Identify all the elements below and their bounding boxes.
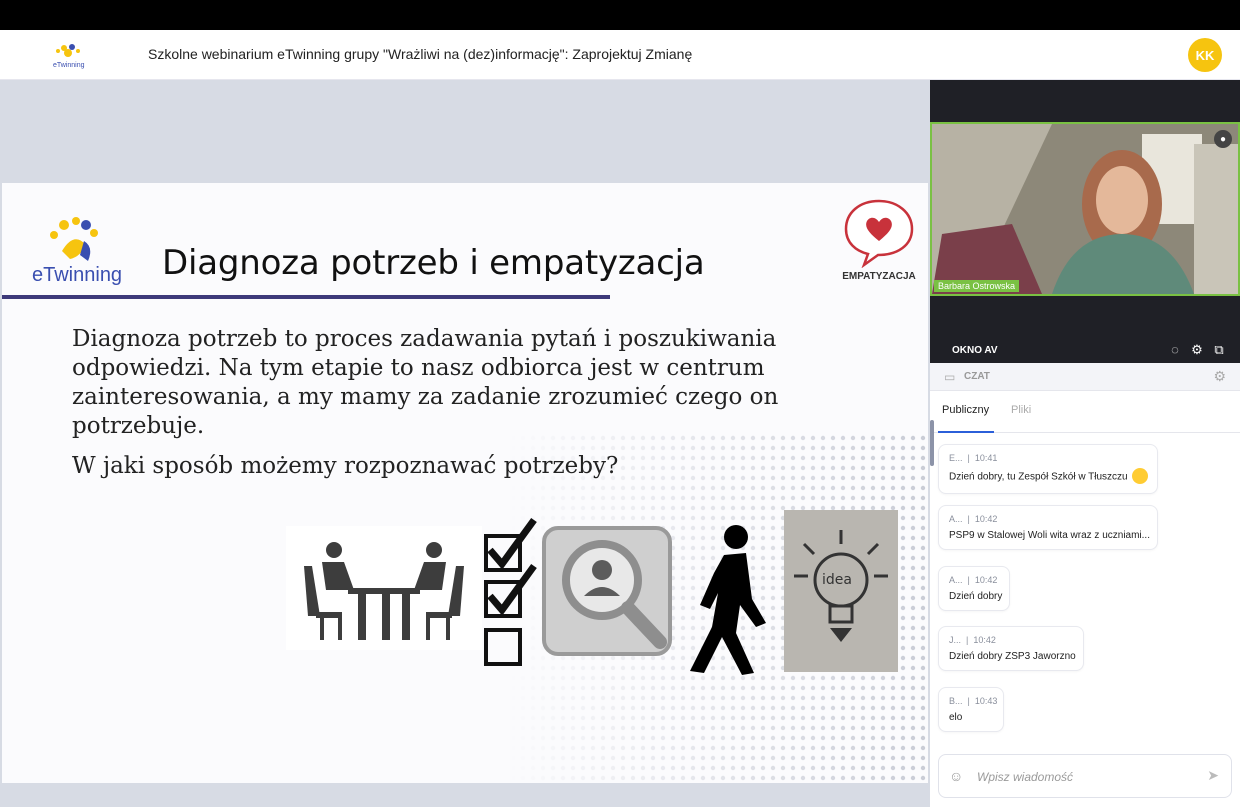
gear-icon[interactable]: ⚙ (1190, 342, 1204, 358)
page-title: Szkolne webinarium eTwinning grupy "Wraż… (148, 46, 693, 62)
chat-message: J... | 10:42 Dzień dobry ZSP3 Jaworzno (938, 626, 1084, 671)
popout-icon[interactable]: ⧉ (1212, 342, 1226, 358)
participant-video[interactable]: ● Barbara Ostrowska (930, 122, 1240, 296)
slide-etwinning-logo-icon: eTwinning (32, 217, 122, 286)
send-icon[interactable]: ➤ (1207, 767, 1219, 784)
chat-message-meta: A... | 10:42 (949, 514, 998, 524)
slide-body-line: zainteresowania, a my mamy za zadanie zr… (72, 384, 779, 410)
chat-input-box: ☺ ➤ (938, 754, 1232, 798)
user-avatar[interactable]: KK (1188, 38, 1222, 72)
chat-message-text: Dzień dobry ZSP3 Jaworzno (949, 651, 1076, 662)
chat-scrollbar[interactable] (930, 420, 934, 466)
chat-message-input[interactable] (977, 763, 1197, 791)
smiley-icon[interactable]: ☺ (949, 768, 963, 784)
smiley-emoji-icon (1131, 468, 1148, 484)
header-logo-text: eTwinning (53, 62, 85, 69)
chat-message: A... | 10:42 Dzień dobry (938, 566, 1010, 611)
chat-message: E... | 10:41 Dzień dobry, tu Zespół Szkó… (938, 444, 1158, 494)
chat-message-text: Dzień dobry (949, 591, 1003, 602)
chat-bubble-icon[interactable]: ◌ (1168, 342, 1182, 358)
chat-message-meta: E... | 10:41 (949, 453, 998, 463)
slide-body-line: odpowiedzi. Na tym etapie to nasz odbior… (72, 355, 765, 381)
empatyzacja-badge: EMPATYZACJA (834, 193, 924, 293)
heart-speech-icon (844, 199, 914, 269)
av-window-label: OKNO AV (952, 345, 998, 356)
slide-title: Diagnoza potrzeb i empatyzacja (162, 243, 705, 283)
chat-message: A... | 10:42 PSP9 w Stalowej Woli wita w… (938, 505, 1158, 550)
meeting-table-icon (286, 526, 482, 650)
empatyzacja-label: EMPATYZACJA (842, 271, 916, 282)
chat-message-meta: A... | 10:42 (949, 575, 998, 585)
slide-body-text: Diagnoza potrzeb to proces zadawania pyt… (72, 325, 792, 441)
chat-message-meta: B... | 10:43 (949, 696, 998, 706)
idea-text: idea (822, 572, 852, 588)
chat-settings-gear-icon[interactable]: ⚙ (1213, 368, 1226, 385)
chat-message: B... | 10:43 elo (938, 687, 1004, 732)
chat-message-text: Dzień dobry, tu Zespół Szkół w Tłuszczu (949, 468, 1148, 485)
chat-header-label: CZAT (964, 371, 990, 382)
slide-title-underline (2, 295, 610, 299)
top-black-bar (0, 0, 1240, 30)
tab-pliki[interactable]: Pliki (1011, 404, 1031, 416)
checklist-icon (484, 517, 537, 666)
walking-person-icon (690, 525, 766, 675)
etwinning-logo-icon: eTwinning (53, 44, 85, 69)
slide-question: W jaki sposób możemy rozpoznawać potrzeb… (72, 453, 619, 479)
av-window: ● Barbara Ostrowska OKNO AV ◌ ⚙ ⧉ (930, 80, 1240, 363)
presentation-stage: eTwinning Diagnoza potrzeb i empatyzacja… (0, 80, 930, 807)
presentation-slide: eTwinning Diagnoza potrzeb i empatyzacja… (2, 183, 928, 783)
chat-icon: ▭ (944, 370, 956, 384)
slide-body-line: Diagnoza potrzeb to proces zadawania pyt… (72, 326, 777, 352)
app-header: eTwinning Szkolne webinarium eTwinning g… (0, 30, 1240, 80)
mic-icon[interactable]: ● (1214, 130, 1232, 148)
participant-video-frame (932, 124, 1238, 294)
av-window-toolbar: ◌ ⚙ ⧉ (1168, 342, 1226, 358)
chat-message-meta: J... | 10:42 (949, 635, 996, 645)
chat-tabs: Publiczny Pliki (930, 391, 1240, 433)
participant-name: Barbara Ostrowska (934, 280, 1020, 292)
right-panel: ● Barbara Ostrowska OKNO AV ◌ ⚙ ⧉ ▭ CZAT… (930, 80, 1240, 807)
active-tab-indicator (938, 431, 994, 433)
slide-body-line: potrzebuje. (72, 413, 205, 439)
user-search-icon (542, 526, 672, 656)
slide-logo-text: eTwinning (32, 264, 122, 286)
chat-message-text: elo (949, 712, 963, 723)
lightbulb-idea-icon: idea (784, 510, 898, 672)
tab-publiczny[interactable]: Publiczny (942, 404, 989, 416)
chat-header: ▭ CZAT ⚙ (930, 363, 1240, 391)
chat-message-text: PSP9 w Stalowej Woli wita wraz z uczniam… (949, 530, 1150, 541)
